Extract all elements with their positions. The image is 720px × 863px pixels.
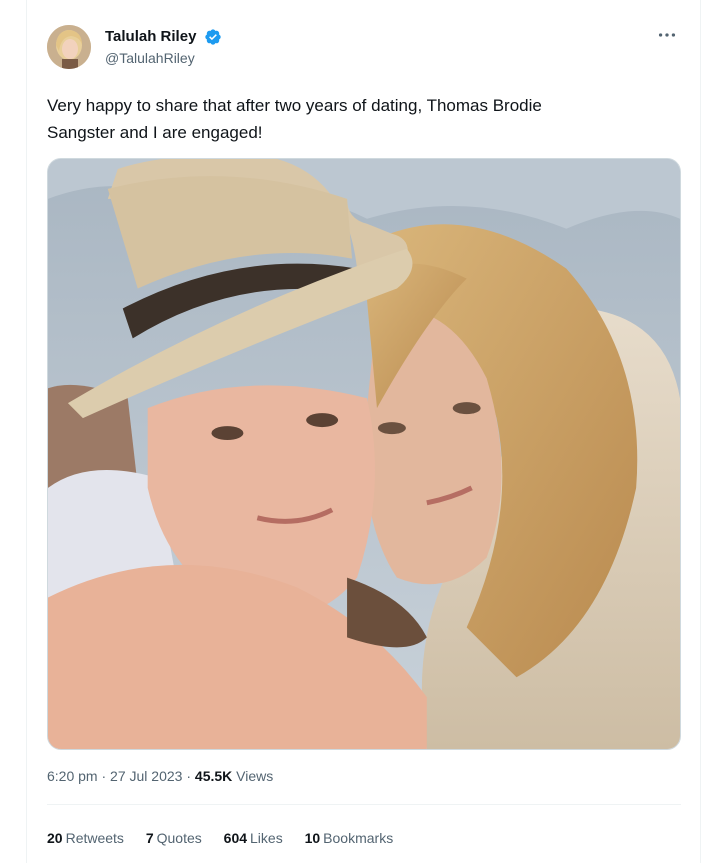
quotes-count: 7 (145, 830, 154, 846)
quotes-stat[interactable]: 7 Quotes (146, 828, 202, 848)
tweet-text-line-2: Sangster and I are engaged! (47, 123, 263, 142)
tweet-header: Talulah Riley @TalulahRiley (47, 22, 682, 72)
divider (47, 804, 681, 805)
verified-badge-icon (204, 28, 222, 46)
bookmarks-count: 10 (304, 830, 321, 846)
avatar[interactable] (47, 25, 91, 69)
tweet-meta: 6:20 pm · 27 Jul 2023 · 45.5K Views (47, 766, 273, 786)
likes-count: 604 (223, 830, 248, 846)
tweet-photo[interactable] (47, 158, 681, 750)
author-display-name[interactable]: Talulah Riley (105, 28, 196, 46)
tweet-time[interactable]: 6:20 pm (47, 768, 98, 784)
more-options-icon[interactable] (656, 24, 678, 46)
quotes-label: Quotes (156, 830, 202, 846)
likes-stat[interactable]: 604 Likes (224, 828, 283, 848)
views-label: Views (236, 768, 274, 784)
retweets-label: Retweets (65, 830, 124, 846)
bookmarks-stat[interactable]: 10 Bookmarks (305, 828, 394, 848)
tweet-text-line-1: Very happy to share that after two years… (47, 96, 542, 115)
views-count: 45.5K (194, 768, 233, 784)
tweet-date[interactable]: 27 Jul 2023 (110, 768, 182, 784)
author-handle[interactable]: @TalulahRiley (105, 50, 222, 67)
retweets-stat[interactable]: 20 Retweets (47, 828, 124, 848)
meta-separator: · (186, 768, 192, 784)
couple-selfie-photo-icon (48, 159, 680, 749)
likes-label: Likes (250, 830, 283, 846)
avatar-photo-icon (47, 25, 91, 69)
bookmarks-label: Bookmarks (323, 830, 394, 846)
author-block: Talulah Riley @TalulahRiley (105, 28, 222, 67)
tweet-text: Very happy to share that after two years… (47, 92, 667, 146)
retweets-count: 20 (47, 830, 63, 846)
tweet-card: Talulah Riley @TalulahRiley Very happy t… (26, 0, 701, 863)
meta-separator: · (101, 768, 107, 784)
engagement-stats: 20 Retweets 7 Quotes 604 Likes 10 Bookmarks (47, 828, 411, 848)
